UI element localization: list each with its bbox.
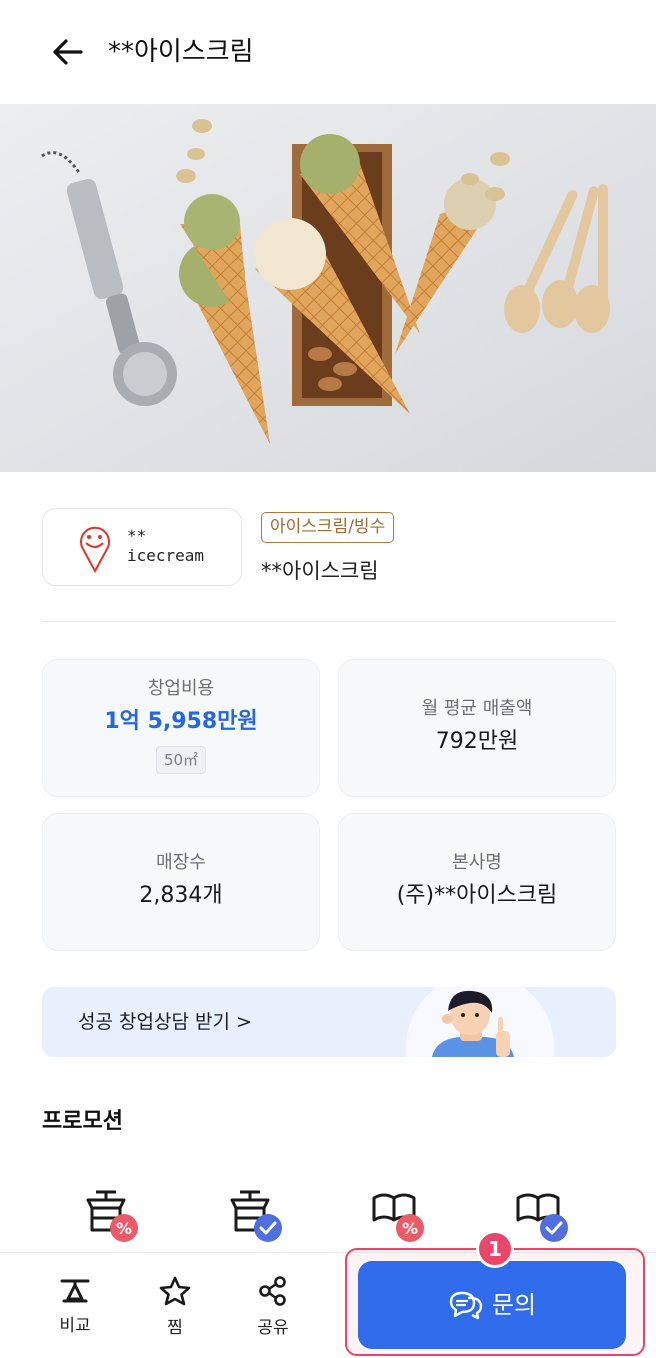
favorite-label: 찜 <box>167 1318 183 1338</box>
area-badge: 50㎡ <box>155 746 207 774</box>
svg-text:%: % <box>116 1219 132 1238</box>
company-label: 본사명 <box>452 852 502 873</box>
page-title: **아이스크림 <box>108 37 254 67</box>
share-button[interactable]: 공유 <box>243 1275 303 1345</box>
step-number-badge: 1 <box>476 1230 514 1268</box>
favorite-button[interactable]: 찜 <box>145 1275 205 1345</box>
startup-cost-card: 창업비용 1억 5,958만원 50㎡ <box>42 659 320 797</box>
back-arrow-icon[interactable] <box>48 32 88 72</box>
book-check-icon <box>514 1186 574 1246</box>
svg-text:%: % <box>402 1219 418 1238</box>
monthly-sales-value: 792만원 <box>435 729 519 754</box>
inquiry-label: 문의 <box>491 1291 537 1319</box>
store-count-value: 2,834개 <box>139 883 223 908</box>
store-discount-icon: % <box>82 1186 142 1246</box>
company-value: (주)**아이스크림 <box>396 883 558 908</box>
inquiry-button[interactable]: 문의 <box>358 1261 626 1349</box>
startup-cost-label: 창업비용 <box>147 678 215 699</box>
star-icon <box>159 1276 191 1306</box>
store-count-card: 매장수 2,834개 <box>42 813 320 951</box>
brand-logo: ** icecream <box>42 508 242 586</box>
hero-image <box>0 104 656 472</box>
logo-text-bottom: icecream <box>127 546 204 565</box>
promotion-title: 프로모션 <box>42 1109 123 1134</box>
store-check-icon <box>226 1186 286 1246</box>
brand-name: **아이스크림 <box>261 559 379 583</box>
category-tag: 아이스크림/빙수 <box>261 512 395 543</box>
chat-bubble-icon <box>449 1291 483 1320</box>
monthly-sales-label: 월 평균 매출액 <box>421 698 533 719</box>
share-icon <box>259 1276 286 1306</box>
section-divider <box>42 621 616 622</box>
scale-icon <box>60 1279 90 1303</box>
book-discount-icon: % <box>370 1186 430 1246</box>
logo-text-top: ** <box>127 526 146 545</box>
app-header: **아이스크림 <box>0 0 656 104</box>
store-count-label: 매장수 <box>156 852 206 873</box>
share-label: 공유 <box>257 1318 289 1338</box>
consult-banner-text: 성공 창업상담 받기 > <box>78 1011 252 1033</box>
startup-cost-value: 1억 5,958만원 <box>104 709 258 734</box>
monthly-sales-card: 월 평균 매출액 792만원 <box>338 659 616 797</box>
company-card: 본사명 (주)**아이스크림 <box>338 813 616 951</box>
consult-banner[interactable]: 성공 창업상담 받기 > <box>42 987 616 1057</box>
consultant-illustration <box>406 987 554 1057</box>
compare-button[interactable]: 비교 <box>45 1275 105 1345</box>
compare-label: 비교 <box>59 1316 91 1336</box>
